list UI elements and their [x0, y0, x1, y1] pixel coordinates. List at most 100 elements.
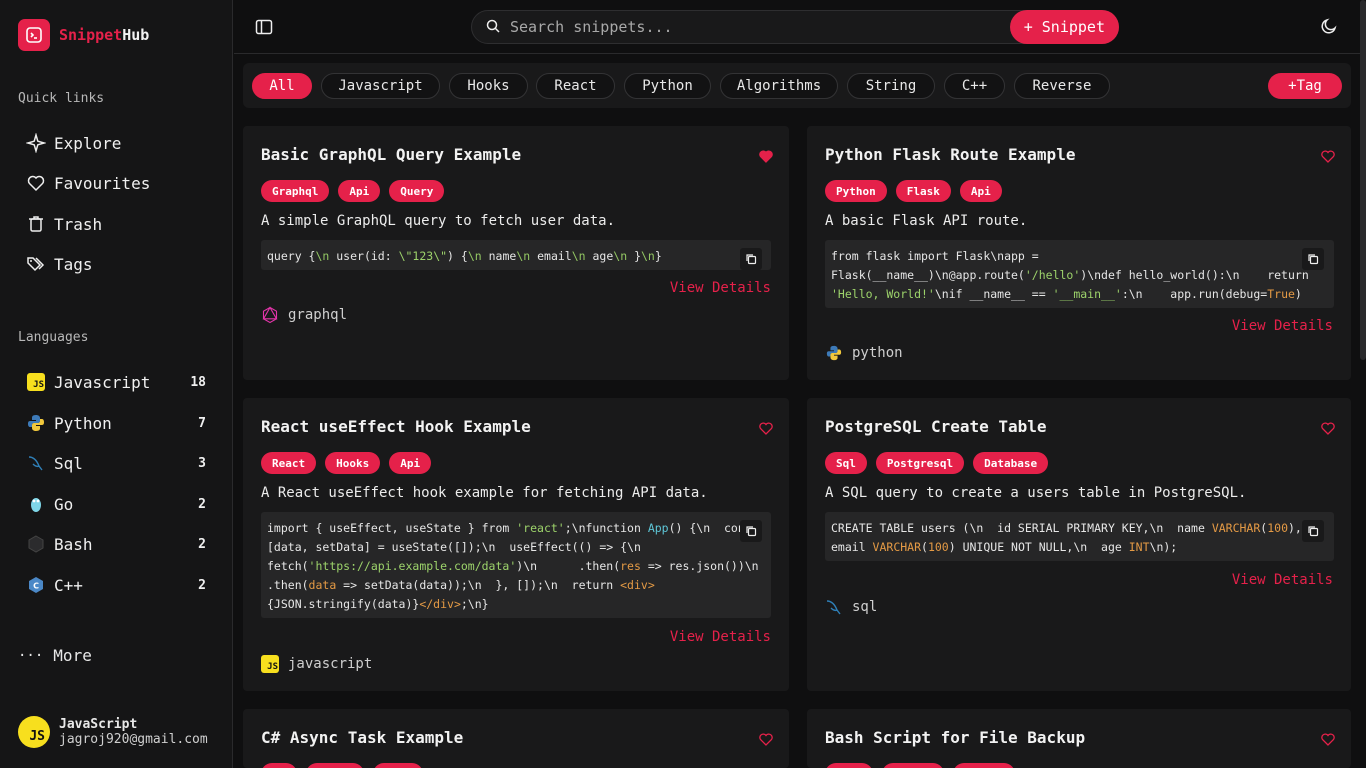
sidebar-item-python[interactable]: Python 7	[26, 411, 216, 435]
tag-badge[interactable]	[373, 763, 423, 768]
sidebar-item-javascript[interactable]: JS Javascript 18	[26, 370, 216, 394]
sidebar-item-label: Javascript	[54, 372, 151, 392]
card-description: A simple GraphQL query to fetch user dat…	[261, 213, 616, 229]
view-details-link[interactable]: View Details	[1232, 572, 1333, 588]
sidebar-item-favourites[interactable]: Favourites	[26, 171, 216, 195]
sidebar: SnippetHub Quick links Explore Favourite…	[0, 0, 233, 768]
sidebar-item-label: Favourites	[54, 173, 151, 193]
tag-badge[interactable]: Api	[389, 452, 432, 474]
tag-badge[interactable]: Api	[959, 180, 1002, 202]
card-tags: React Hooks Api	[261, 452, 440, 474]
add-tag-button[interactable]: +Tag	[1268, 73, 1342, 99]
language-count: 2	[198, 577, 206, 593]
sidebar-item-trash[interactable]: Trash	[26, 212, 216, 236]
copy-icon[interactable]	[740, 248, 762, 270]
svg-text:C: C	[33, 582, 39, 591]
tag-filter-algorithms[interactable]: Algorithms	[720, 73, 838, 99]
sidebar-item-bash[interactable]: Bash 2	[26, 532, 216, 556]
tag-badge[interactable]: Flask	[895, 180, 951, 202]
javascript-icon: JS	[26, 372, 46, 392]
tag-badge[interactable]: Postgresql	[875, 452, 965, 474]
language-count: 2	[198, 496, 206, 512]
card-tags: Graphql Api Query	[261, 180, 453, 202]
copy-icon[interactable]	[740, 520, 762, 542]
snippet-card[interactable]: Python Flask Route Example Python Flask …	[807, 126, 1351, 380]
tag-badge[interactable]	[953, 763, 1015, 768]
favourite-heart-icon[interactable]	[759, 148, 773, 167]
tags-icon	[26, 254, 46, 274]
sidebar-item-label: Bash	[54, 534, 93, 554]
sidebar-item-cpp[interactable]: C C++ 2	[26, 573, 216, 597]
snippet-card[interactable]: Bash Script for File Backup	[807, 709, 1351, 768]
app-logo[interactable]: SnippetHub	[18, 19, 149, 51]
tag-badge[interactable]	[306, 763, 364, 768]
cpp-icon: C	[26, 575, 46, 595]
sql-icon	[825, 598, 843, 616]
snippet-card[interactable]: React useEffect Hook Example React Hooks…	[243, 398, 789, 691]
search-input[interactable]	[510, 18, 970, 36]
tag-badge[interactable]: Python	[825, 180, 887, 202]
favourite-heart-icon[interactable]	[1321, 731, 1335, 750]
tag-filter-cpp[interactable]: C++	[944, 73, 1005, 99]
sidebar-item-tags[interactable]: Tags	[26, 252, 216, 276]
card-tags	[261, 763, 432, 768]
tag-badge[interactable]: Query	[389, 180, 445, 202]
tag-filter-python[interactable]: Python	[624, 73, 711, 99]
card-language: JS javascript	[261, 655, 372, 673]
tag-badge[interactable]: Graphql	[261, 180, 330, 202]
tag-badge[interactable]: Hooks	[325, 452, 381, 474]
view-details-link[interactable]: View Details	[670, 629, 771, 645]
copy-icon[interactable]	[1302, 520, 1324, 542]
sidebar-item-sql[interactable]: Sql 3	[26, 451, 216, 475]
card-title: Python Flask Route Example	[825, 145, 1076, 164]
favourite-heart-icon[interactable]	[759, 420, 773, 439]
search-bar: + Snippet	[471, 10, 1119, 44]
sidebar-item-explore[interactable]: Explore	[26, 131, 216, 155]
snippet-card[interactable]: Basic GraphQL Query Example Graphql Api …	[243, 126, 789, 380]
card-title: Bash Script for File Backup	[825, 728, 1086, 747]
snippet-card[interactable]: PostgreSQL Create Table Sql Postgresql D…	[807, 398, 1351, 691]
panel-icon	[255, 19, 273, 40]
tag-filter-string[interactable]: String	[847, 73, 935, 99]
copy-icon[interactable]	[1302, 248, 1324, 270]
view-details-link[interactable]: View Details	[670, 280, 771, 296]
tag-filter-javascript[interactable]: Javascript	[321, 73, 440, 99]
user-profile[interactable]: JS JavaScript jagroj920@gmail.com	[18, 716, 208, 748]
tag-badge[interactable]: Database	[973, 452, 1049, 474]
sidebar-item-go[interactable]: Go 2	[26, 492, 216, 516]
language-count: 3	[198, 455, 206, 471]
trash-icon	[26, 214, 46, 234]
quick-links-label: Quick links	[18, 91, 105, 106]
language-count: 2	[198, 536, 206, 552]
app-name: SnippetHub	[59, 26, 150, 44]
tag-filter-hooks[interactable]: Hooks	[449, 73, 528, 99]
tag-badge[interactable]: Sql	[825, 452, 867, 474]
code-block: CREATE TABLE users (\n id SERIAL PRIMARY…	[825, 512, 1334, 561]
javascript-icon: JS	[261, 655, 279, 673]
more-button[interactable]: ··· More	[18, 646, 92, 665]
card-tags: Sql Postgresql Database	[825, 452, 1057, 474]
tag-badge[interactable]	[825, 763, 873, 768]
theme-toggle-button[interactable]	[1320, 17, 1338, 39]
language-label: python	[852, 345, 903, 361]
tag-filter-reverse[interactable]: Reverse	[1014, 73, 1110, 99]
card-language: python	[825, 344, 903, 362]
view-details-link[interactable]: View Details	[1232, 318, 1333, 334]
ellipsis-icon: ···	[18, 647, 44, 664]
graphql-icon	[261, 306, 279, 324]
tag-filter-all[interactable]: All	[252, 73, 312, 99]
tag-badge[interactable]	[882, 763, 944, 768]
tag-filter-react[interactable]: React	[536, 73, 615, 99]
favourite-heart-icon[interactable]	[1321, 148, 1335, 167]
tag-badge[interactable]: React	[261, 452, 317, 474]
scrollbar[interactable]	[1360, 0, 1366, 360]
favourite-heart-icon[interactable]	[1321, 420, 1335, 439]
card-language: graphql	[261, 306, 347, 324]
snippet-card[interactable]: C# Async Task Example	[243, 709, 789, 768]
sidebar-toggle-button[interactable]	[255, 18, 273, 40]
add-snippet-button[interactable]: + Snippet	[1009, 10, 1119, 44]
tag-badge[interactable]: Api	[338, 180, 381, 202]
favourite-heart-icon[interactable]	[759, 731, 773, 750]
tag-badge[interactable]	[261, 763, 297, 768]
topbar: + Snippet	[234, 0, 1366, 54]
